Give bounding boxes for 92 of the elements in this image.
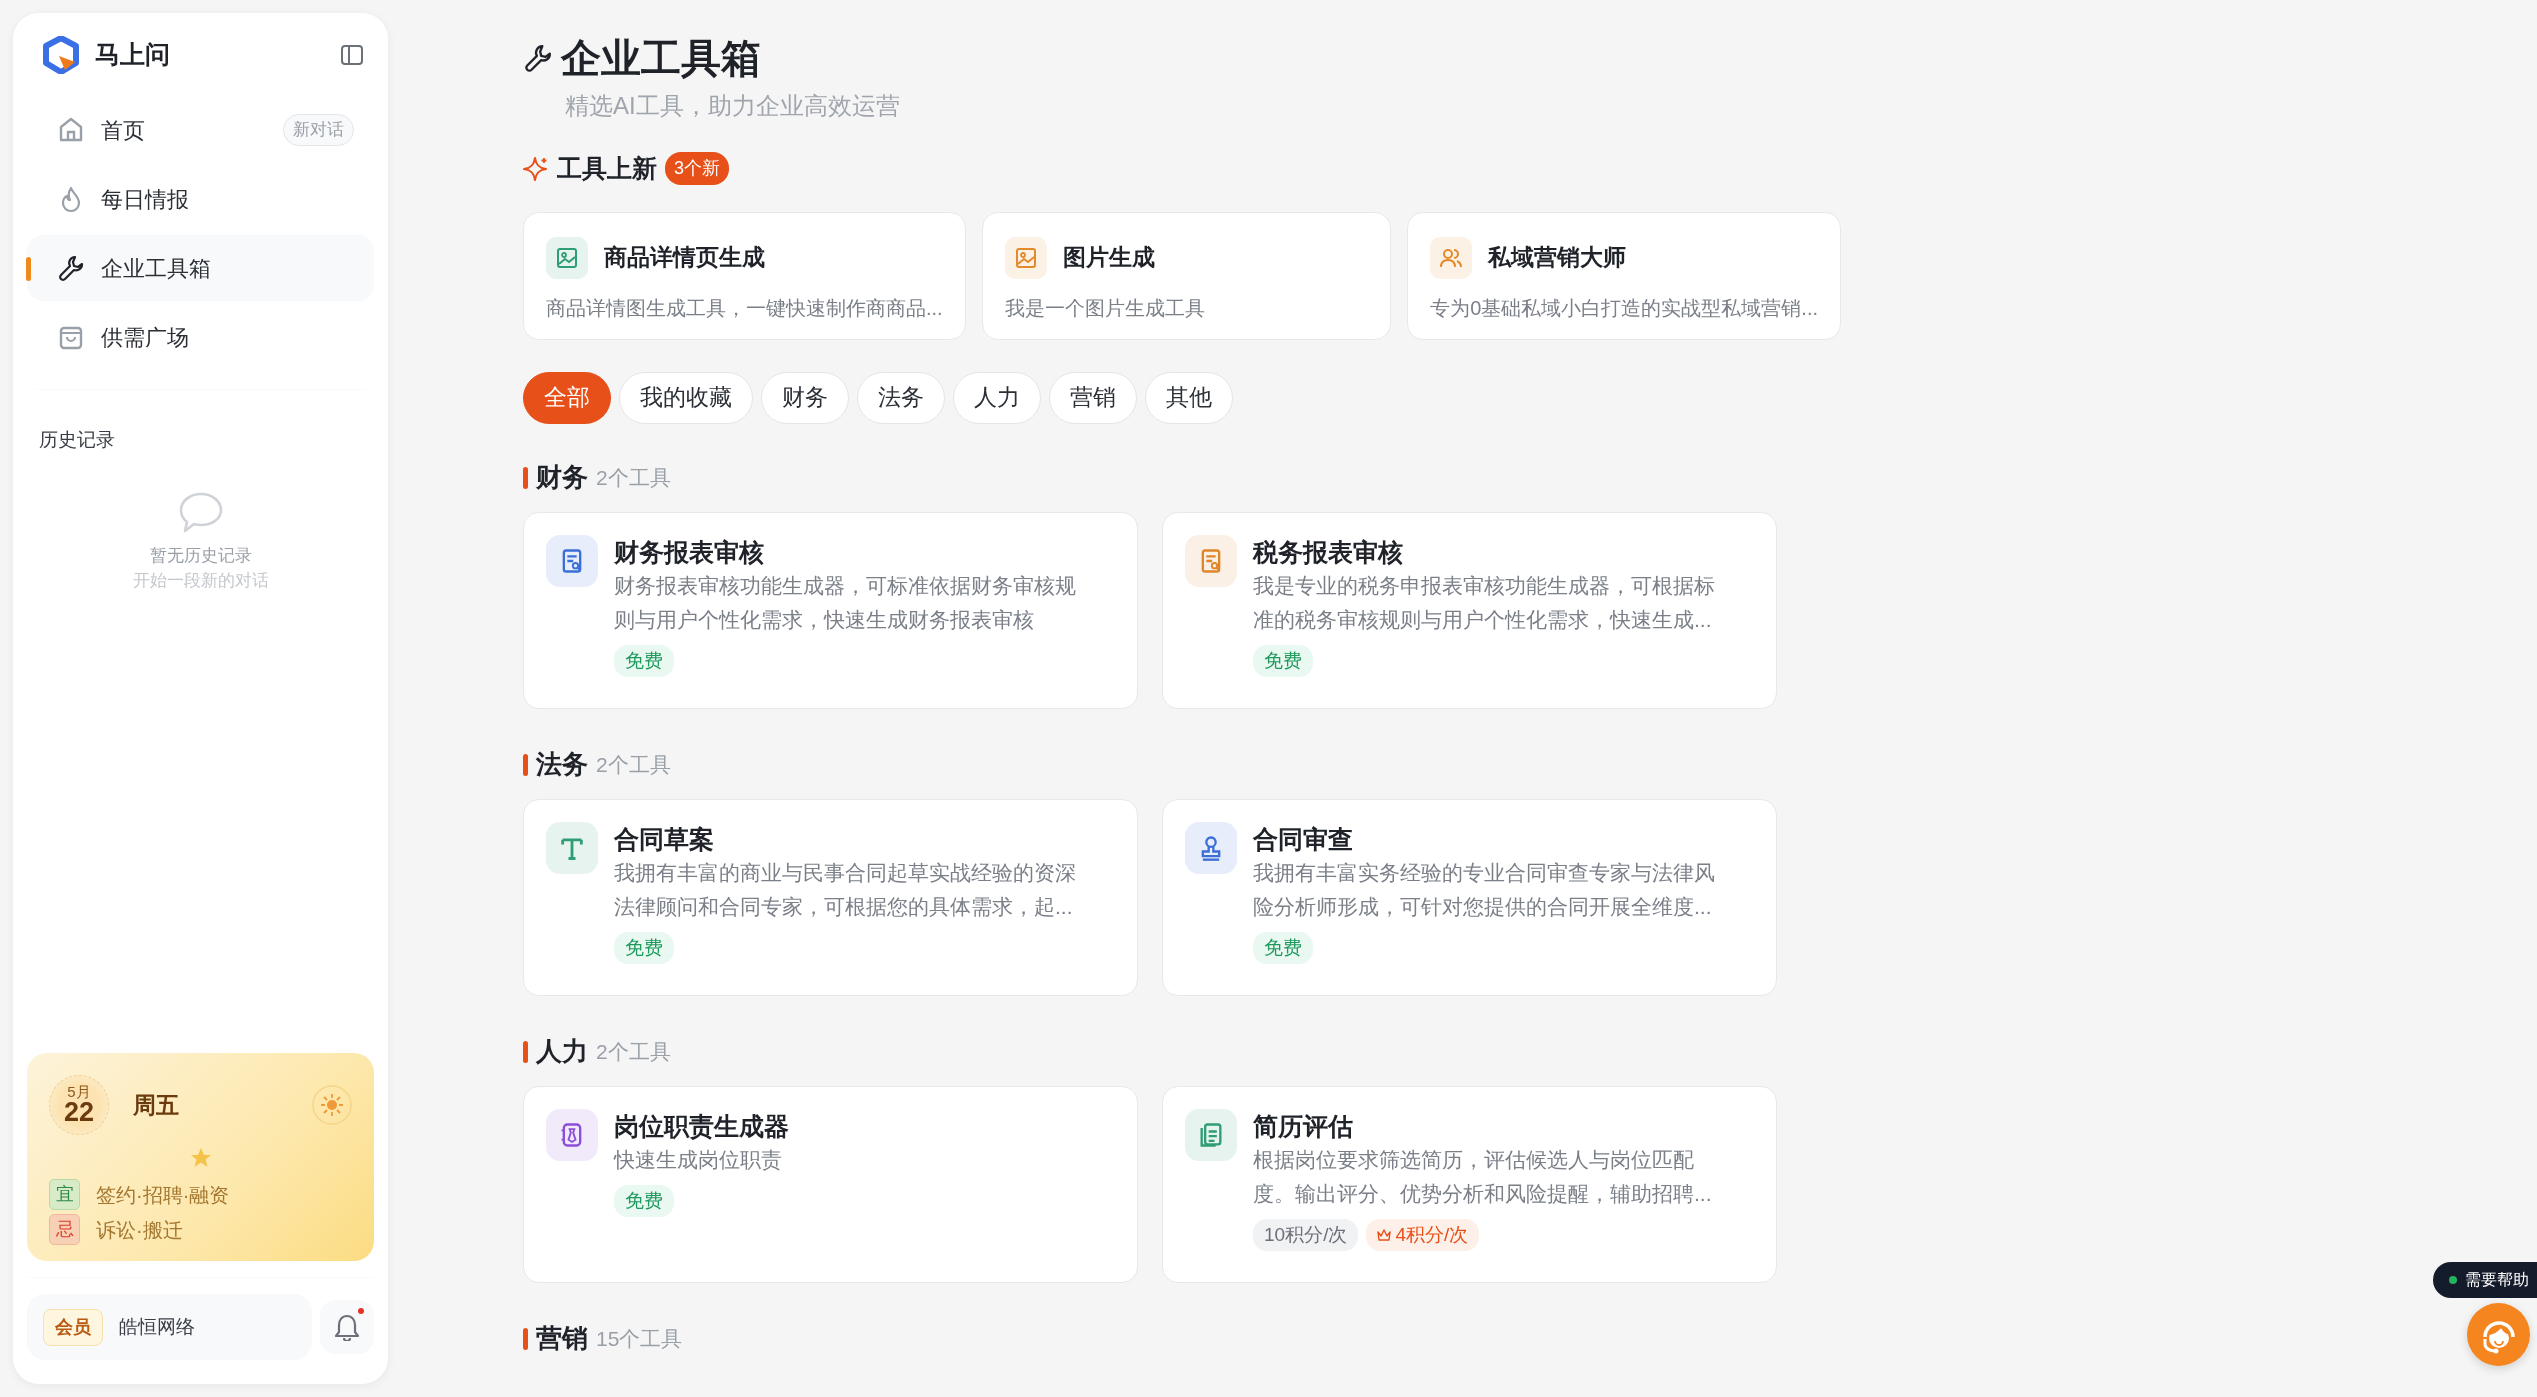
almanac-text: 诉讼·搬迁 [96, 1217, 183, 1243]
tool-card[interactable]: 税务报表审核 我是专业的税务申报表审核功能生成器，可根据标准的税务审核规则与用户个性化需求，快速生成... 免费 [1162, 511, 1777, 709]
nav-item[interactable]: 企业工具箱 [27, 235, 374, 301]
account-card[interactable]: 会员 皓恒网络 [27, 1294, 312, 1360]
tool-count: 2个工具 [596, 464, 671, 491]
section-title: 营销 [536, 1322, 588, 1355]
tool-card[interactable]: 岗位职责生成器 快速生成岗位职责 免费 [523, 1085, 1138, 1283]
section-marker [523, 1040, 528, 1063]
nav-item[interactable]: 供需广场 [27, 304, 374, 370]
tool-card[interactable]: 商品详情页生成 商品详情图生成工具，一键快速制作商商品... [523, 211, 966, 340]
tool-name: 税务报表审核 [1253, 536, 1404, 568]
wrench-icon [523, 43, 553, 73]
filter-tab[interactable]: 其他 [1145, 371, 1233, 424]
history-title: 历史记录 [38, 428, 116, 452]
chat-bubble-icon [177, 490, 224, 535]
tool-name: 财务报表审核 [614, 536, 765, 568]
tool-name: 岗位职责生成器 [614, 1110, 790, 1142]
tool-name: 合同草案 [614, 823, 715, 855]
notification-button[interactable] [320, 1300, 374, 1354]
wrench-icon [57, 254, 85, 282]
empty-history-title: 暂无历史记录 [149, 544, 252, 567]
filter-tab[interactable]: 法务 [857, 371, 945, 424]
tool-description: 我是专业的税务申报表审核功能生成器，可根据标准的税务审核规则与用户个性化需求，快速生成... [1253, 572, 1716, 633]
filter-tab[interactable]: 全部 [523, 371, 611, 424]
sparkle-icon [523, 155, 549, 182]
bell-icon [334, 1313, 360, 1341]
filter-tab[interactable]: 我的收藏 [619, 371, 753, 424]
section-title: 人力 [536, 1035, 588, 1068]
tool-card[interactable]: 图片生成 我是一个图片生成工具 [981, 211, 1392, 340]
account-name: 皓恒网络 [119, 1314, 195, 1339]
tool-count: 2个工具 [596, 751, 671, 778]
support-button[interactable] [2467, 1303, 2530, 1366]
new-tools-title: 工具上新 [557, 153, 657, 184]
empty-history-hint: 开始一段新的对话 [132, 570, 269, 592]
tool-name: 简历评估 [1253, 1110, 1354, 1142]
section-marker [523, 466, 528, 489]
new-count-badge: 3个新 [665, 152, 729, 186]
home-icon [57, 116, 85, 144]
day-number: 22 [63, 1099, 94, 1126]
free-tag: 免费 [1253, 644, 1313, 677]
crown-icon [1377, 1228, 1392, 1241]
sidebar-toggle-icon[interactable] [340, 43, 364, 67]
page-title: 企业工具箱 [561, 35, 761, 82]
filter-tab[interactable]: 人力 [953, 371, 1041, 424]
tool-description: 我拥有丰富的商业与民事合同起草实战经验的资深法律顾问和合同专家，可根据您的具体需求，起... [614, 859, 1077, 920]
member-badge: 会员 [43, 1308, 103, 1346]
active-indicator [26, 257, 31, 281]
member-price-tag: 4积分/次 [1366, 1218, 1480, 1251]
section-marker [523, 753, 528, 776]
sun-icon [312, 1085, 352, 1125]
tool-description: 专为0基础私域小白打造的实战型私域营销... [1430, 295, 1818, 321]
tool-count: 15个工具 [596, 1325, 683, 1352]
tool-name: 商品详情页生成 [604, 243, 765, 273]
tool-description: 财务报表审核功能生成器，可标准依据财务审核规则与用户个性化需求，快速生成财务报表审核 [614, 572, 1077, 633]
page-subtitle: 精选AI工具，助力企业高效运营 [565, 91, 901, 121]
free-tag: 免费 [614, 1184, 674, 1217]
brand-name: 马上问 [95, 39, 170, 71]
section-title: 法务 [536, 748, 588, 781]
tool-name: 私域营销大师 [1488, 243, 1627, 273]
tool-card[interactable]: 财务报表审核 财务报表审核功能生成器，可标准依据财务审核规则与用户个性化需求，快速生成财务报表审核 免费 [523, 511, 1138, 709]
tool-card[interactable]: 合同草案 我拥有丰富的商业与民事合同起草实战经验的资深法律顾问和合同专家，可根据您的具体需求，起... 免费 [523, 798, 1138, 996]
month-label: 5月 [67, 1084, 91, 1099]
price-tag: 10积分/次 [1253, 1218, 1359, 1251]
filter-tab[interactable]: 营销 [1049, 371, 1137, 424]
tool-name: 合同审查 [1253, 823, 1354, 855]
tool-description: 我是一个图片生成工具 [1004, 295, 1206, 321]
section-marker [523, 1327, 528, 1350]
free-tag: 免费 [614, 644, 674, 677]
nav-item[interactable]: 首页 新对话 [27, 97, 374, 163]
tool-count: 2个工具 [596, 1038, 671, 1065]
logo-icon [43, 36, 79, 74]
tool-description: 快速生成岗位职责 [614, 1146, 783, 1173]
tool-description: 我拥有丰富实务经验的专业合同审查专家与法律风险分析师形成，可针对您提供的合同开展全维度... [1253, 859, 1716, 920]
help-text: 需要帮助 [2465, 1270, 2529, 1290]
nav-item[interactable]: 每日情报 [27, 166, 374, 232]
tool-card[interactable]: 简历评估 根据岗位要求筛选简历，评估候选人与岗位匹配度。输出评分、优势分析和风险提醒，辅助招聘... 10积分/次 4积分/次 [1162, 1085, 1777, 1283]
tool-description: 商品详情图生成工具，一键快速制作商商品... [546, 295, 943, 321]
image-icon [1013, 245, 1038, 270]
weekday-label: 周五 [133, 1090, 179, 1120]
tool-name: 图片生成 [1062, 243, 1155, 273]
section-title: 财务 [536, 461, 588, 494]
tool-description: 根据岗位要求筛选简历，评估候选人与岗位匹配度。输出评分、优势分析和风险提醒，辅助招聘... [1253, 1146, 1713, 1207]
tool-card[interactable]: 合同审查 我拥有丰富实务经验的专业合同审查专家与法律风险分析师形成，可针对您提供的合同开展全维度... 免费 [1162, 798, 1777, 996]
inauspicious-tag: 忌 [49, 1214, 80, 1245]
image-icon [555, 245, 579, 270]
auspicious-tag: 宜 [49, 1179, 80, 1210]
star-icon [189, 1147, 212, 1169]
almanac-text: 签约·招聘·融资 [96, 1182, 230, 1208]
tool-card[interactable]: 私域营销大师 专为0基础私域小白打造的实战型私域营销... [1407, 211, 1841, 340]
free-tag: 免费 [614, 931, 674, 964]
filter-tab[interactable]: 财务 [761, 371, 849, 424]
free-tag: 免费 [1253, 931, 1313, 964]
